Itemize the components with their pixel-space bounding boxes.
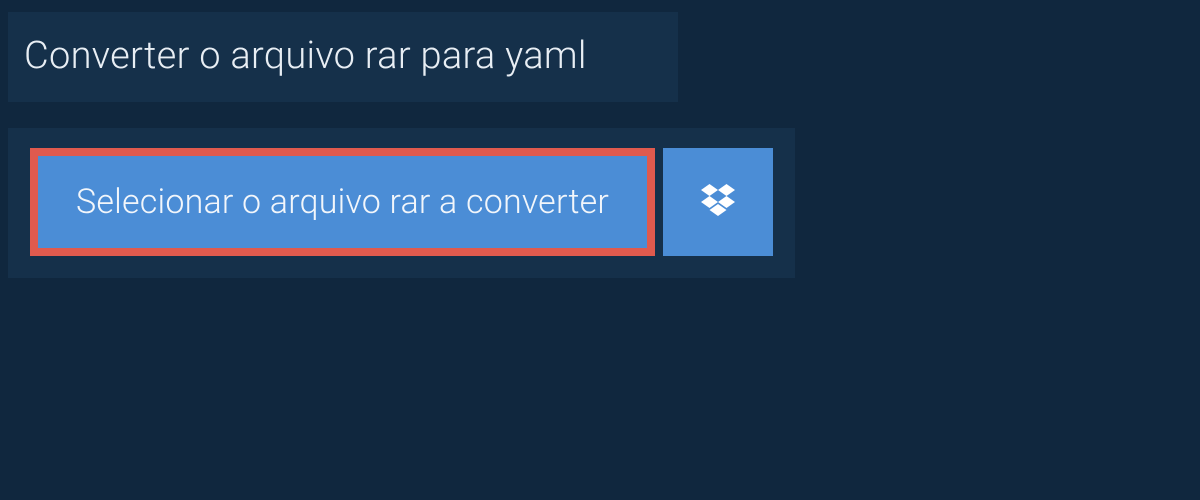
- action-panel: Selecionar o arquivo rar a converter: [8, 128, 795, 278]
- select-file-button[interactable]: Selecionar o arquivo rar a converter: [30, 148, 655, 256]
- select-file-label: Selecionar o arquivo rar a converter: [76, 182, 609, 222]
- page-title: Converter o arquivo rar para yaml: [24, 34, 587, 78]
- title-bar: Converter o arquivo rar para yaml: [8, 12, 678, 102]
- converter-panel: Converter o arquivo rar para yaml Seleci…: [0, 0, 1200, 278]
- dropbox-icon: [698, 184, 738, 220]
- dropbox-button[interactable]: [663, 148, 773, 256]
